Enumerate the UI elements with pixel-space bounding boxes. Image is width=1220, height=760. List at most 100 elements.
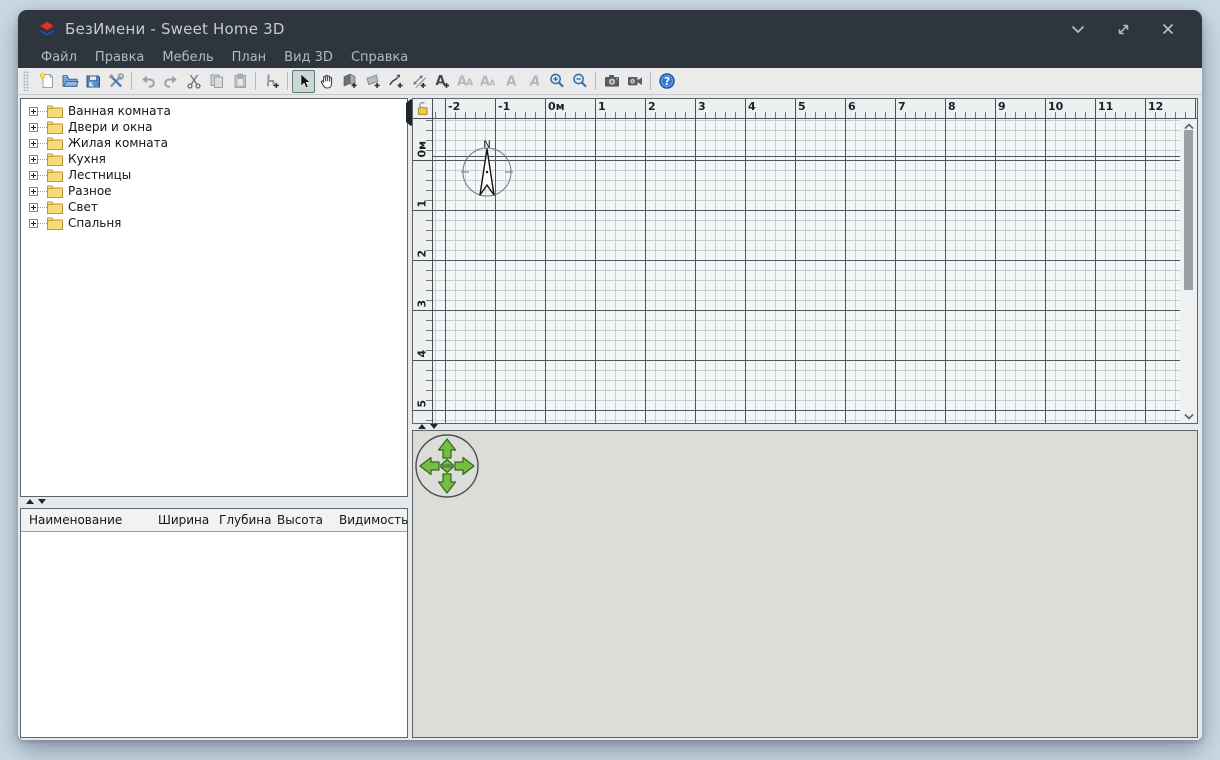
title-bar[interactable]: БезИмени - Sweet Home 3D (18, 10, 1202, 48)
text-size-increase-icon: AA (456, 72, 474, 90)
scrollbar-thumb[interactable] (1184, 130, 1193, 290)
splitter-collapse-down-icon[interactable] (38, 499, 46, 504)
new-home-button[interactable] (35, 70, 58, 93)
plan-canvas[interactable]: N (433, 119, 1180, 423)
scroll-up-icon[interactable] (1183, 122, 1194, 130)
scroll-down-icon[interactable] (1183, 412, 1194, 420)
create-dimensions-button[interactable] (407, 70, 430, 93)
dimension-plus-icon (410, 72, 428, 90)
preferences-button[interactable] (104, 70, 127, 93)
column-header[interactable]: Ширина (158, 513, 209, 527)
catalog-category-row[interactable]: Свет (21, 199, 407, 215)
toolbar-separator (287, 72, 288, 90)
toggle-bold-button[interactable]: A (499, 70, 522, 93)
expand-plus-icon[interactable] (29, 107, 38, 116)
ruler-label: 4 (416, 328, 429, 358)
catalog-category-row[interactable]: Ванная комната (21, 103, 407, 119)
toolbar: A AA AA A A ? (18, 68, 1202, 95)
catalog-category-row[interactable]: Спальня (21, 215, 407, 231)
nav-center-down-icon[interactable] (441, 467, 454, 473)
view-3d-panel[interactable] (412, 430, 1198, 738)
add-furniture-button[interactable] (260, 70, 283, 93)
create-walls-button[interactable] (338, 70, 361, 93)
decrease-text-size-button[interactable]: AA (476, 70, 499, 93)
zoom-in-button[interactable] (545, 70, 568, 93)
expand-plus-icon[interactable] (29, 187, 38, 196)
nav-down-arrow[interactable] (439, 474, 456, 493)
catalog-category-row[interactable]: Кухня (21, 151, 407, 167)
increase-text-size-button[interactable]: AA (453, 70, 476, 93)
folder-icon (47, 185, 63, 198)
menu-item[interactable]: Мебель (153, 48, 222, 68)
add-texts-button[interactable]: A (430, 70, 453, 93)
compass[interactable]: N (455, 138, 519, 202)
maximize-button[interactable] (1113, 19, 1133, 39)
ruler-label: 11 (1098, 100, 1113, 113)
nav-up-arrow[interactable] (439, 439, 456, 458)
catalog-category-row[interactable]: Разное (21, 183, 407, 199)
catalog-category-row[interactable]: Двери и окна (21, 119, 407, 135)
expand-plus-icon[interactable] (29, 123, 38, 132)
furniture-list-panel: Наименование Ширина Глубина Высота Видимость (20, 508, 408, 738)
cut-button[interactable] (182, 70, 205, 93)
svg-text:A: A (529, 75, 540, 90)
menu-item[interactable]: Справка (342, 48, 417, 68)
save-disk-icon (84, 72, 102, 90)
expand-plus-icon[interactable] (29, 155, 38, 164)
ruler-label: 2 (648, 100, 656, 113)
category-label: Двери и окна (68, 119, 152, 135)
ruler-label: 4 (748, 100, 756, 113)
menu-item[interactable]: План (223, 48, 276, 68)
expand-plus-icon[interactable] (29, 203, 38, 212)
furniture-table-body[interactable] (21, 532, 407, 737)
toolbar-separator (255, 72, 256, 90)
splitter-collapse-up-icon[interactable] (418, 424, 426, 429)
menu-item[interactable]: Вид 3D (275, 48, 342, 68)
menu-item[interactable]: Файл (32, 48, 86, 68)
plan-vertical-scrollbar[interactable] (1180, 119, 1197, 423)
nav-center-up-icon[interactable] (441, 460, 454, 466)
splitter-collapse-up-icon[interactable] (26, 499, 34, 504)
catalog-category-row[interactable]: Лестницы (21, 167, 407, 183)
column-header[interactable]: Видимость (339, 513, 408, 527)
zoom-out-button[interactable] (568, 70, 591, 93)
catalog-furniture-splitter[interactable] (20, 497, 408, 506)
toolbar-drag-handle[interactable] (23, 71, 29, 91)
furniture-catalog-tree[interactable]: Ванная комнатаДвери и окнаЖилая комнатаК… (20, 98, 408, 497)
3d-navigation-control[interactable] (414, 433, 480, 499)
pan-tool-button[interactable] (315, 70, 338, 93)
create-photo-button[interactable] (600, 70, 623, 93)
open-home-button[interactable] (58, 70, 81, 93)
minimize-button[interactable] (1068, 19, 1088, 39)
create-rooms-button[interactable] (361, 70, 384, 93)
paste-button[interactable] (228, 70, 251, 93)
ruler-label: 5 (798, 100, 806, 113)
undo-button[interactable] (136, 70, 159, 93)
column-header[interactable]: Глубина (219, 513, 272, 527)
splitter-collapse-down-icon[interactable] (430, 424, 438, 429)
expand-plus-icon[interactable] (29, 139, 38, 148)
redo-button[interactable] (159, 70, 182, 93)
close-button[interactable] (1158, 19, 1178, 39)
toggle-italic-button[interactable]: A (522, 70, 545, 93)
catalog-category-row[interactable]: Жилая комната (21, 135, 407, 151)
italic-icon: A (525, 72, 543, 90)
zoom-out-icon (571, 72, 589, 90)
column-header[interactable]: Высота (277, 513, 323, 527)
nav-right-arrow[interactable] (455, 458, 474, 475)
bold-icon: A (502, 72, 520, 90)
create-video-button[interactable] (623, 70, 646, 93)
expand-plus-icon[interactable] (29, 171, 38, 180)
help-button[interactable]: ? (655, 70, 678, 93)
save-home-button[interactable] (81, 70, 104, 93)
create-polylines-button[interactable] (384, 70, 407, 93)
nav-left-arrow[interactable] (420, 458, 439, 475)
ruler-label: 3 (416, 278, 429, 308)
copy-button[interactable] (205, 70, 228, 93)
expand-plus-icon[interactable] (29, 219, 38, 228)
select-tool-button[interactable] (292, 70, 315, 93)
menu-item[interactable]: Правка (86, 48, 153, 68)
category-label: Ванная комната (68, 103, 171, 119)
category-label: Лестницы (68, 167, 131, 183)
column-header[interactable]: Наименование (29, 513, 122, 527)
